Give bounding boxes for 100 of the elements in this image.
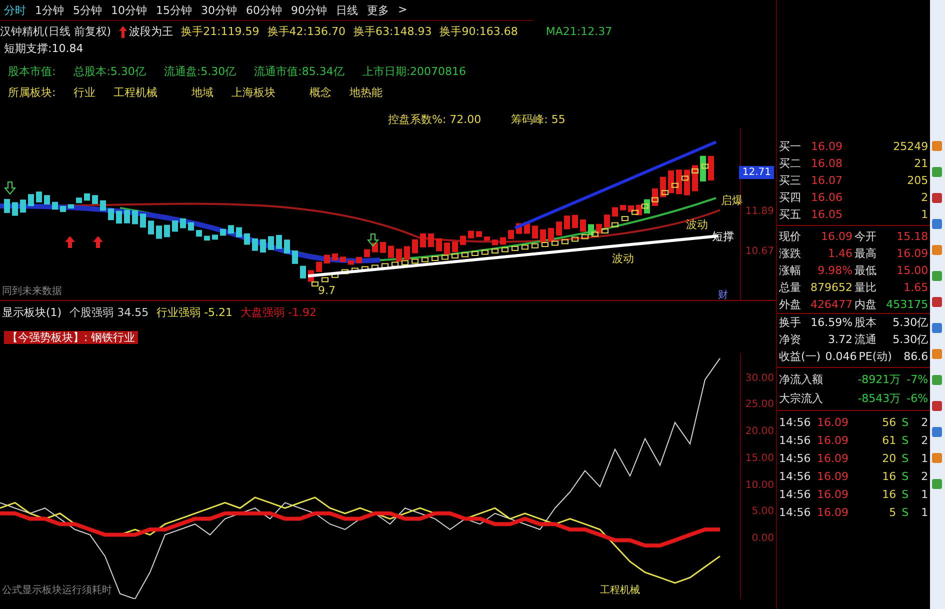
candle-marker <box>662 190 668 196</box>
period-tab[interactable]: 10分钟 <box>111 3 147 17</box>
tick-side: S <box>900 488 910 500</box>
app-icon[interactable] <box>931 140 944 152</box>
tick-time: 14:56 <box>779 452 812 464</box>
app-icon[interactable] <box>931 244 944 256</box>
tick-side: S <box>900 452 910 464</box>
up-arrow-icon <box>93 236 103 248</box>
tick-price: 16.09 <box>817 416 850 428</box>
stat-value: 426477 <box>810 298 853 311</box>
candle-marker <box>532 243 538 248</box>
candle-marker <box>342 269 348 274</box>
app-icon[interactable] <box>931 166 944 178</box>
chart-annotation: 9.7 <box>318 284 336 297</box>
control-value: 筹码峰: 55 <box>511 112 566 128</box>
stat-value: 5.30亿 <box>892 315 928 330</box>
period-tab[interactable]: > <box>398 3 408 17</box>
period-tab[interactable]: 日线 <box>336 3 358 17</box>
app-icon[interactable] <box>931 322 944 334</box>
candle-marker <box>312 282 318 286</box>
stat-label: 总量 <box>779 280 801 295</box>
formula-note: 公式显示板块运行须耗时 <box>2 583 112 597</box>
stat-value: 1.65 <box>902 281 928 294</box>
tick-count: 1 <box>920 488 928 500</box>
app-icon[interactable] <box>931 400 944 412</box>
price-axis-label: 12.71 <box>739 166 774 179</box>
stat-value: 16.09 <box>896 247 928 260</box>
chart-note: 同到未来数据 <box>2 284 62 298</box>
bid-volume: 205 <box>906 174 928 187</box>
stat-label: 涨跌 <box>779 246 801 261</box>
app-icon[interactable] <box>931 218 944 230</box>
turnover-value: 换手21:119.59 <box>181 24 260 39</box>
axis-label: 30.00 <box>745 372 774 384</box>
period-tab[interactable]: 15分钟 <box>156 3 192 17</box>
candle-marker <box>622 216 628 222</box>
turnover-value: 换手63:148.93 <box>354 24 432 39</box>
bid-price: 16.09 <box>811 140 844 153</box>
period-tab[interactable]: 1分钟 <box>35 3 64 17</box>
axis-label: 25.00 <box>745 399 774 410</box>
stat-label: 净资 <box>779 332 801 347</box>
stat-value: 16.09 <box>820 230 853 243</box>
candle-marker <box>332 272 338 278</box>
price-axis-label: 11.89 <box>745 206 774 217</box>
app-icon[interactable] <box>931 192 944 204</box>
finance-label: 财 <box>718 288 728 302</box>
sector-item: 工程机械 <box>114 85 158 100</box>
app-icon[interactable] <box>931 452 944 464</box>
period-tab[interactable]: 30分钟 <box>201 3 237 17</box>
candle-marker <box>462 252 468 258</box>
tick-time: 14:56 <box>779 434 812 446</box>
candle-marker <box>542 242 548 248</box>
period-tab[interactable]: 90分钟 <box>291 3 327 17</box>
period-tab[interactable]: 5分钟 <box>73 3 102 17</box>
flow-amount: -8921万 <box>856 372 901 387</box>
flow-percent: -6% <box>906 392 928 405</box>
stock-title: 汉钟精机(日线 前复权) <box>0 24 112 39</box>
axis-label: 10.00 <box>745 480 774 491</box>
period-tab[interactable]: 分时 <box>4 3 26 17</box>
app-icon[interactable] <box>931 270 944 282</box>
tick-volume: 56 <box>881 416 896 428</box>
bid-volume: 2 <box>920 191 928 204</box>
period-tab[interactable]: 60分钟 <box>246 3 282 17</box>
stat-label: 最低 <box>854 263 877 278</box>
app-icon[interactable] <box>931 478 944 490</box>
app-icon[interactable] <box>931 348 944 360</box>
candle-marker <box>562 239 568 244</box>
stat-label: 股本 <box>854 315 877 330</box>
candle-marker <box>702 164 708 169</box>
panel-label: 显示板块(1) <box>2 305 62 320</box>
stat-value: 0.046 <box>824 350 857 363</box>
bid-volume: 25249 <box>892 140 928 153</box>
axis-label: 5.00 <box>752 506 774 518</box>
stat-label: 最高 <box>854 246 877 261</box>
tick-side: S <box>900 506 910 518</box>
sector-item: 概念 <box>310 85 332 100</box>
bid-price: 16.07 <box>811 174 844 187</box>
app-icon[interactable] <box>931 296 944 308</box>
stat-label: 现价 <box>779 229 801 244</box>
period-tab[interactable]: 更多 <box>367 3 389 17</box>
capital-label: 股本市值: <box>8 64 56 79</box>
app-icon[interactable] <box>931 426 944 438</box>
stat-label: PE(动) <box>858 349 892 364</box>
candle-marker <box>612 222 618 228</box>
strength-value: 行业强弱 -5.21 <box>156 305 233 320</box>
sector-item: 上海板块 <box>232 85 276 100</box>
app-icon[interactable] <box>931 374 944 386</box>
chart-annotation: 启爆 <box>721 194 743 207</box>
tick-count: 2 <box>920 470 928 482</box>
bid-label: 买五 <box>779 207 802 222</box>
tick-time: 14:56 <box>779 488 812 500</box>
candle-marker <box>632 210 638 215</box>
stat-value: 453175 <box>885 298 928 311</box>
ma-value: MA21:12.37 <box>546 25 612 38</box>
candle-marker <box>472 251 478 256</box>
tick-count: 1 <box>920 506 928 518</box>
axis-label: 0.00 <box>752 533 774 544</box>
tick-volume: 16 <box>881 488 896 500</box>
candle-marker <box>482 250 488 255</box>
capital-item: 流通盘:5.30亿 <box>164 64 236 79</box>
candle-marker <box>582 234 588 240</box>
